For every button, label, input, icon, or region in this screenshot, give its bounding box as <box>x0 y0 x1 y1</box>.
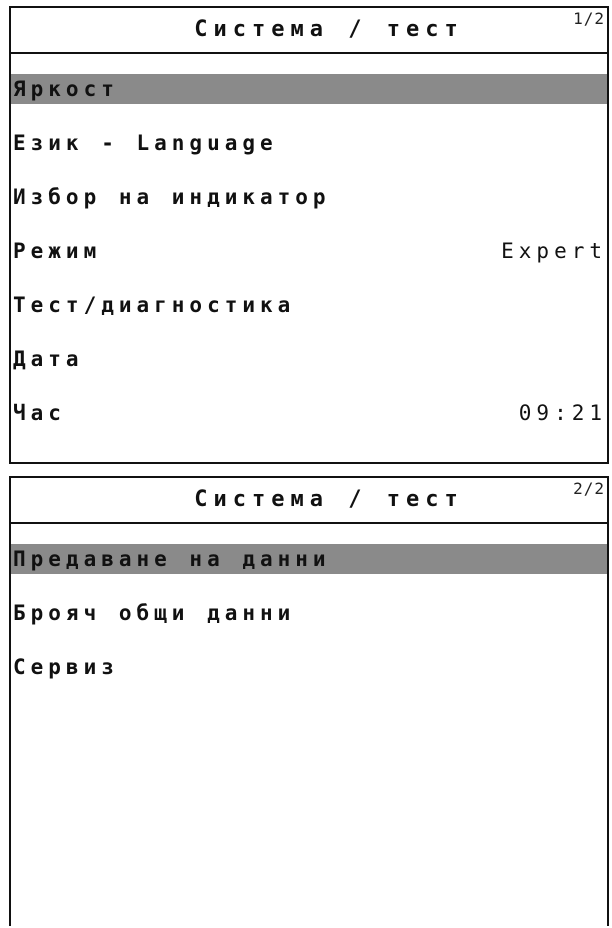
panel-title: Система / тест <box>194 17 464 42</box>
menu-item-label-suffix: - Language <box>83 131 278 155</box>
menu-item-label: Език <box>13 131 84 155</box>
system-test-panel-page-2: Система / тест 2/2 Предаване на данни Бр… <box>9 476 609 926</box>
menu-item-total-data-counter[interactable]: Брояч общи данни <box>11 598 607 628</box>
menu-item-label: Брояч общи данни <box>13 601 296 625</box>
menu-item-label: Режим <box>13 239 102 263</box>
menu-item-label: Яркост <box>13 77 119 101</box>
menu-item-label: Избор на индикатор <box>13 185 331 209</box>
mode-value: Expert <box>501 239 607 263</box>
menu-item-service[interactable]: Сервиз <box>11 652 607 682</box>
menu-item-language[interactable]: Език - Language <box>11 128 607 158</box>
menu-item-time[interactable]: Час 09:21 <box>11 398 607 428</box>
menu-item-date[interactable]: Дата <box>11 344 607 374</box>
panel-header: Система / тест 2/2 <box>11 478 607 524</box>
menu-item-label: Предаване на данни <box>13 547 331 571</box>
menu-item-test-diagnostics[interactable]: Тест/диагностика <box>11 290 607 320</box>
menu-item-label: Час <box>13 401 66 425</box>
page-indicator: 2/2 <box>573 479 605 498</box>
menu-item-data-transfer[interactable]: Предаване на данни <box>11 544 607 574</box>
menu-item-label: Дата <box>13 347 84 371</box>
panel-title: Система / тест <box>194 487 464 512</box>
time-value: 09:21 <box>518 401 607 425</box>
menu-item-brightness[interactable]: Яркост <box>11 74 607 104</box>
menu-item-mode[interactable]: Режим Expert <box>11 236 607 266</box>
panel-header: Система / тест 1/2 <box>11 8 607 54</box>
menu-item-label: Сервиз <box>13 655 119 679</box>
menu-item-display-selection[interactable]: Избор на индикатор <box>11 182 607 212</box>
page-indicator: 1/2 <box>573 9 605 28</box>
system-test-panel-page-1: Система / тест 1/2 Яркост Език - Languag… <box>9 6 609 464</box>
menu-item-label: Тест/диагностика <box>13 293 296 317</box>
